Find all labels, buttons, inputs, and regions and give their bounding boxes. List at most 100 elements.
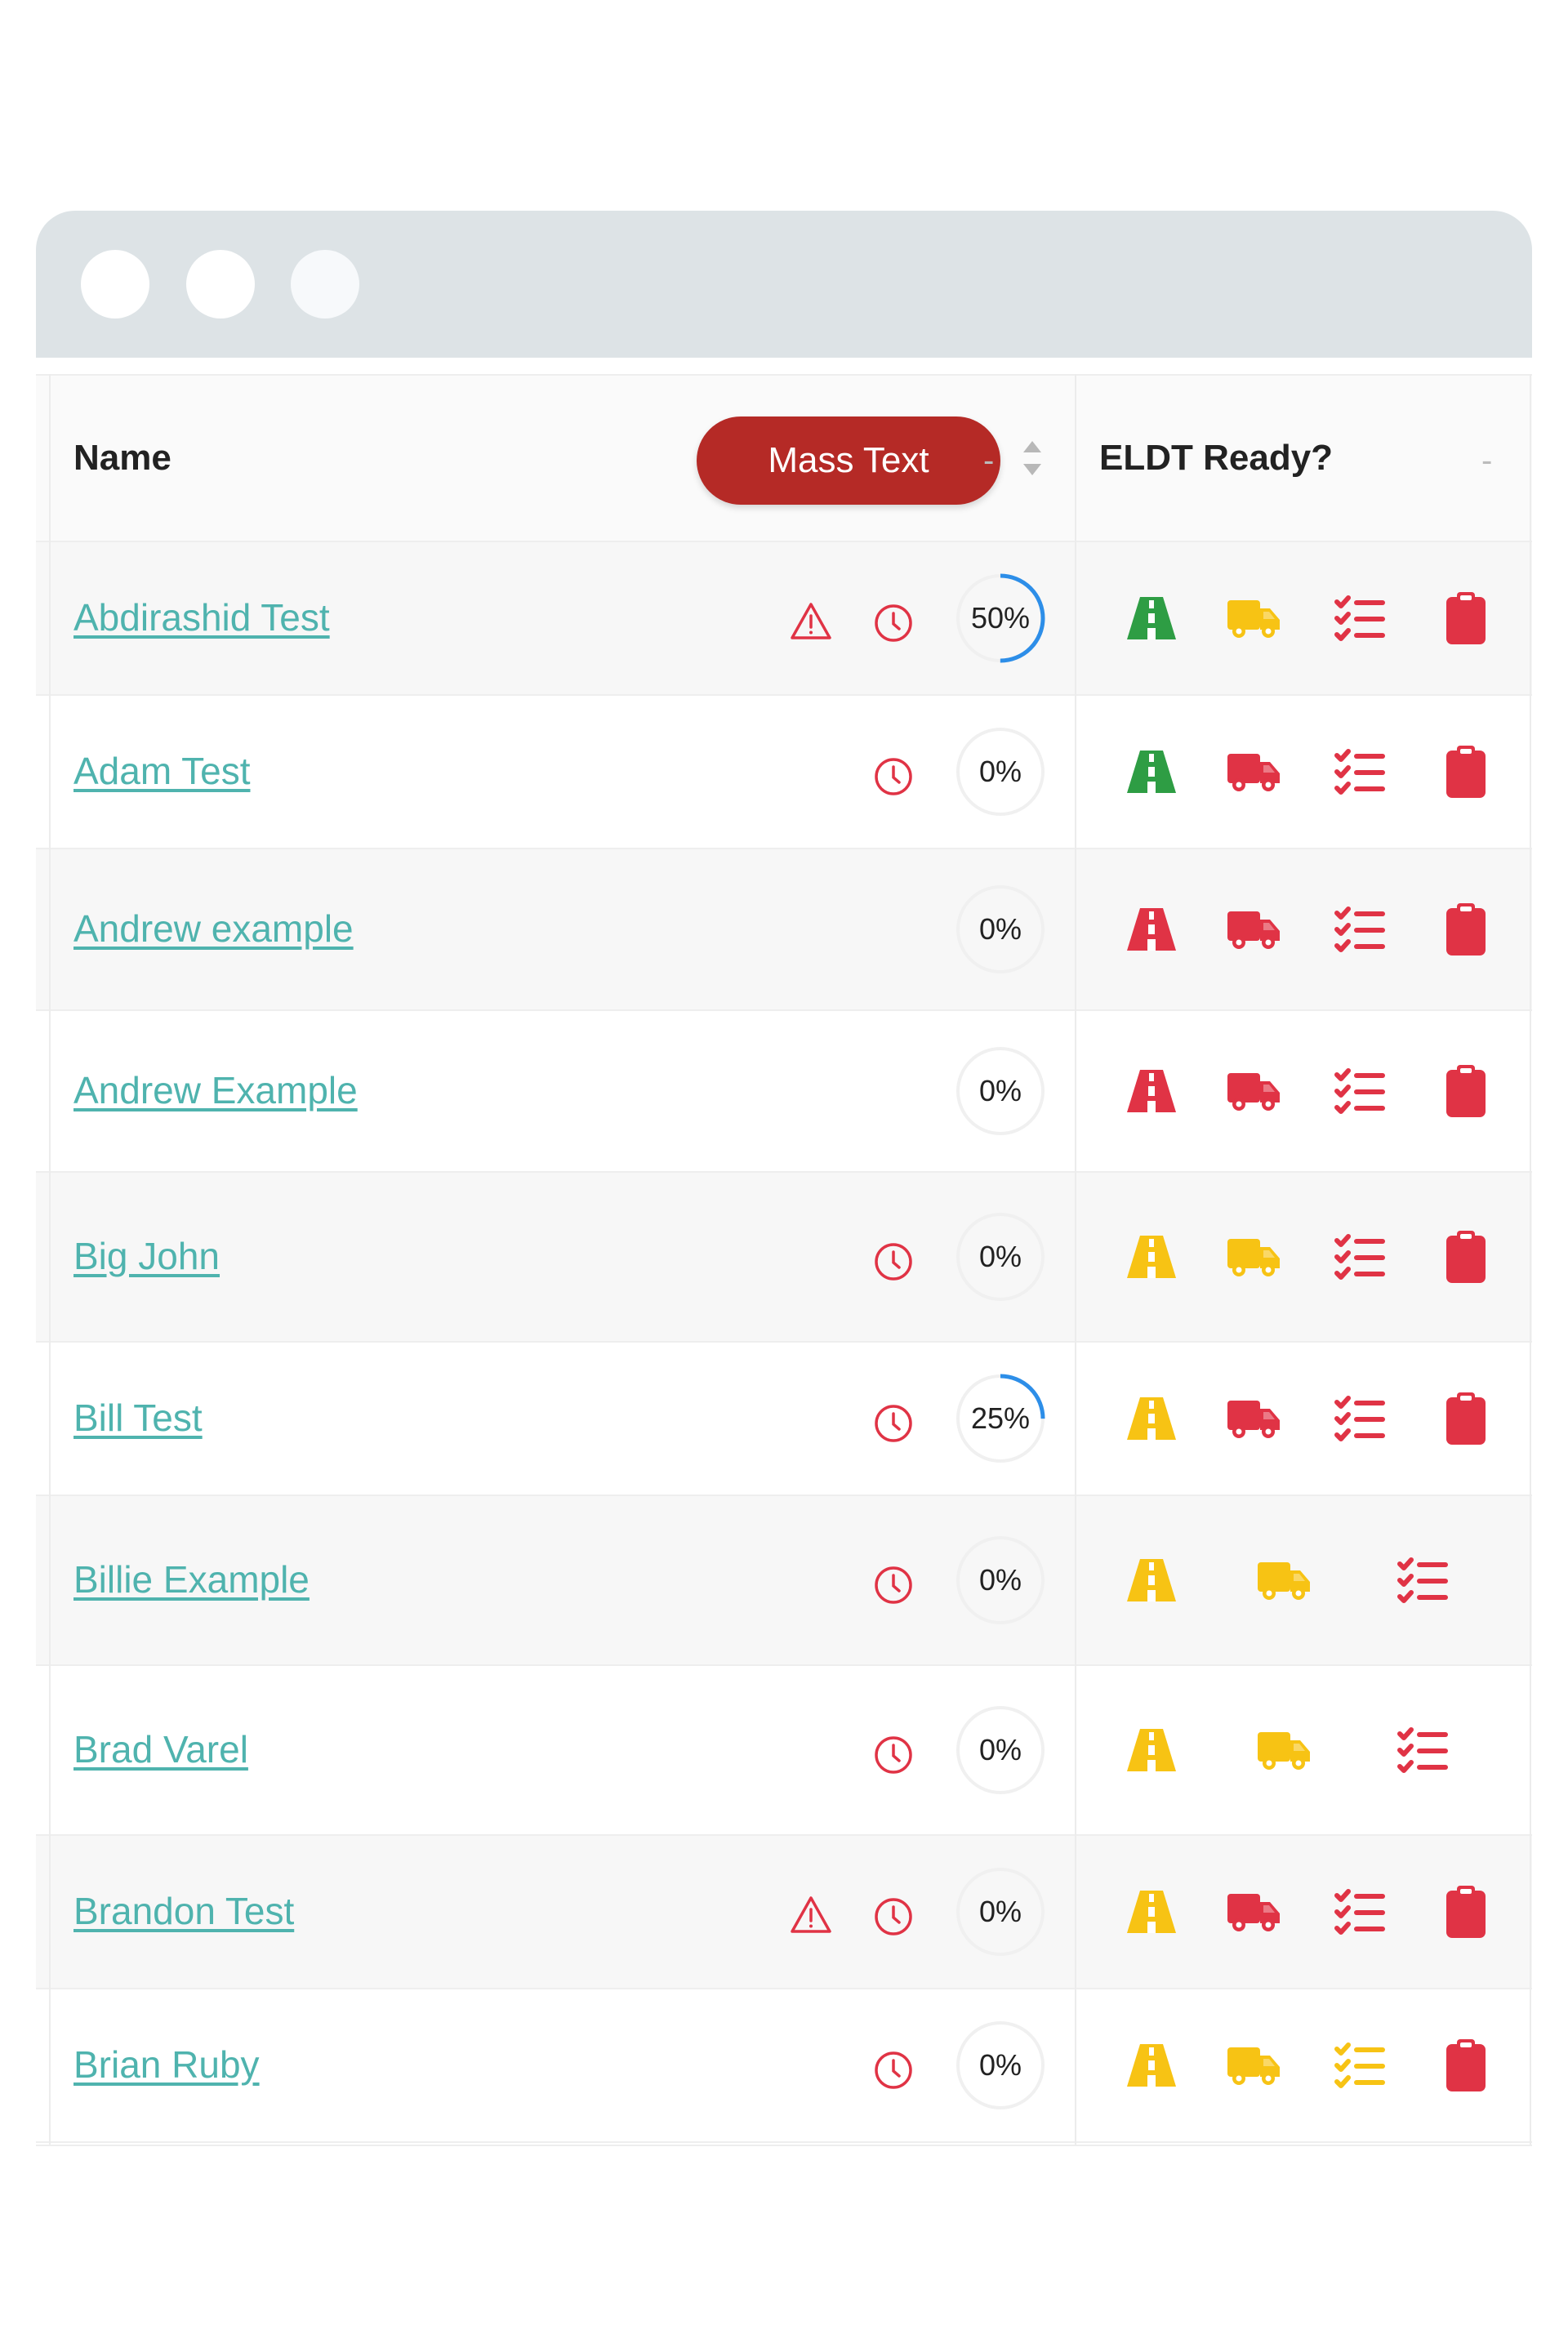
app-window: Name Mass Text - ELDT Ready? - Abdirashi… — [36, 211, 1532, 2146]
progress-percent: 0% — [978, 1733, 1022, 1766]
road-icon[interactable] — [1122, 1551, 1181, 1610]
table-row: Adam Test 0% — [36, 696, 1532, 849]
progress-percent: 0% — [978, 1074, 1022, 1107]
table-row: Brad Varel 0% — [36, 1666, 1532, 1836]
eldt-ready-column-header[interactable]: ELDT Ready? — [1099, 376, 1333, 541]
clipboard-icon[interactable] — [1437, 1389, 1495, 1448]
progress-ring: 0% — [956, 1705, 1045, 1795]
drivers-table: Name Mass Text - ELDT Ready? - Abdirashi… — [36, 374, 1532, 2143]
progress-ring: 0% — [956, 1867, 1045, 1957]
truck-icon[interactable] — [1224, 1882, 1283, 1941]
progress-ring: 0% — [956, 2020, 1045, 2110]
truck-icon[interactable] — [1224, 1062, 1283, 1120]
clock-icon[interactable] — [872, 1402, 915, 1445]
table-row: Abdirashid Test 50% — [36, 542, 1532, 696]
progress-ring: 0% — [956, 727, 1045, 817]
progress-ring: 0% — [956, 1046, 1045, 1136]
progress-percent: 0% — [978, 1895, 1022, 1928]
road-icon[interactable] — [1122, 1389, 1181, 1448]
mass-text-button[interactable]: Mass Text — [697, 416, 1000, 505]
progress-percent: 0% — [978, 1563, 1022, 1597]
table-bottom-border — [36, 2145, 1532, 2146]
progress-ring: 0% — [956, 1212, 1045, 1302]
driver-name-link[interactable]: Brad Varel — [74, 1727, 248, 1771]
clock-icon[interactable] — [872, 1564, 915, 1606]
truck-icon[interactable] — [1224, 2036, 1283, 2095]
progress-percent: 0% — [978, 2048, 1022, 2082]
progress-percent: 0% — [978, 912, 1022, 946]
driver-name-link[interactable]: Andrew Example — [74, 1068, 358, 1112]
checklist-icon[interactable] — [1393, 1721, 1452, 1780]
table-row: Big John 0% — [36, 1173, 1532, 1343]
driver-name-link[interactable]: Billie Example — [74, 1557, 310, 1601]
road-icon[interactable] — [1122, 900, 1181, 959]
checklist-icon[interactable] — [1393, 1551, 1452, 1610]
progress-percent: 25% — [970, 1401, 1031, 1435]
maximize-window-button[interactable] — [291, 250, 359, 318]
progress-ring: 0% — [956, 884, 1045, 974]
progress-ring: 50% — [956, 573, 1045, 663]
warning-icon[interactable] — [790, 1894, 832, 1936]
road-icon[interactable] — [1122, 1062, 1181, 1120]
clipboard-icon[interactable] — [1437, 1227, 1495, 1286]
progress-percent: 0% — [978, 1240, 1022, 1273]
road-icon[interactable] — [1122, 589, 1181, 648]
checklist-icon[interactable] — [1330, 589, 1389, 648]
table-row: Billie Example 0% — [36, 1496, 1532, 1666]
table-header: Name Mass Text - ELDT Ready? - — [36, 376, 1532, 542]
truck-icon[interactable] — [1224, 589, 1283, 648]
warning-icon[interactable] — [790, 600, 832, 643]
clipboard-icon[interactable] — [1437, 2036, 1495, 2095]
name-filter-dash[interactable]: - — [983, 420, 994, 501]
window-titlebar — [36, 211, 1532, 358]
name-column-header[interactable]: Name — [74, 376, 172, 541]
driver-name-link[interactable]: Big John — [74, 1234, 220, 1278]
truck-icon[interactable] — [1254, 1551, 1313, 1610]
clock-icon[interactable] — [872, 1895, 915, 1938]
road-icon[interactable] — [1122, 1882, 1181, 1941]
clipboard-icon[interactable] — [1437, 589, 1495, 648]
driver-name-link[interactable]: Brandon Test — [74, 1889, 294, 1933]
clock-icon[interactable] — [872, 1734, 915, 1776]
checklist-icon[interactable] — [1330, 1062, 1389, 1120]
eldt-filter-dash[interactable]: - — [1481, 420, 1492, 501]
road-icon[interactable] — [1122, 2036, 1181, 2095]
table-row: Brandon Test 0% — [36, 1836, 1532, 1989]
checklist-icon[interactable] — [1330, 1882, 1389, 1941]
progress-percent: 0% — [978, 755, 1022, 788]
clipboard-icon[interactable] — [1437, 742, 1495, 801]
table-row: Brian Ruby 0% — [36, 1989, 1532, 2143]
road-icon[interactable] — [1122, 742, 1181, 801]
clipboard-icon[interactable] — [1437, 900, 1495, 959]
truck-icon[interactable] — [1224, 900, 1283, 959]
clock-icon[interactable] — [872, 1241, 915, 1283]
truck-icon[interactable] — [1254, 1721, 1313, 1780]
driver-name-link[interactable]: Brian Ruby — [74, 2042, 260, 2087]
progress-percent: 50% — [970, 601, 1031, 635]
checklist-icon[interactable] — [1330, 742, 1389, 801]
road-icon[interactable] — [1122, 1227, 1181, 1286]
truck-icon[interactable] — [1224, 1389, 1283, 1448]
clock-icon[interactable] — [872, 2049, 915, 2091]
checklist-icon[interactable] — [1330, 2036, 1389, 2095]
sort-icon[interactable] — [1020, 438, 1045, 479]
clock-icon[interactable] — [872, 755, 915, 798]
driver-name-link[interactable]: Andrew example — [74, 906, 354, 951]
clipboard-icon[interactable] — [1437, 1882, 1495, 1941]
truck-icon[interactable] — [1224, 742, 1283, 801]
table-row: Bill Test 25% — [36, 1343, 1532, 1496]
checklist-icon[interactable] — [1330, 1389, 1389, 1448]
close-window-button[interactable] — [81, 250, 149, 318]
truck-icon[interactable] — [1224, 1227, 1283, 1286]
driver-name-link[interactable]: Adam Test — [74, 749, 250, 793]
driver-name-link[interactable]: Bill Test — [74, 1396, 203, 1440]
clipboard-icon[interactable] — [1437, 1062, 1495, 1120]
checklist-icon[interactable] — [1330, 900, 1389, 959]
road-icon[interactable] — [1122, 1721, 1181, 1780]
driver-name-link[interactable]: Abdirashid Test — [74, 595, 330, 639]
clock-icon[interactable] — [872, 602, 915, 644]
column-divider — [1075, 374, 1076, 2146]
progress-ring: 25% — [956, 1374, 1045, 1463]
minimize-window-button[interactable] — [186, 250, 255, 318]
checklist-icon[interactable] — [1330, 1227, 1389, 1286]
